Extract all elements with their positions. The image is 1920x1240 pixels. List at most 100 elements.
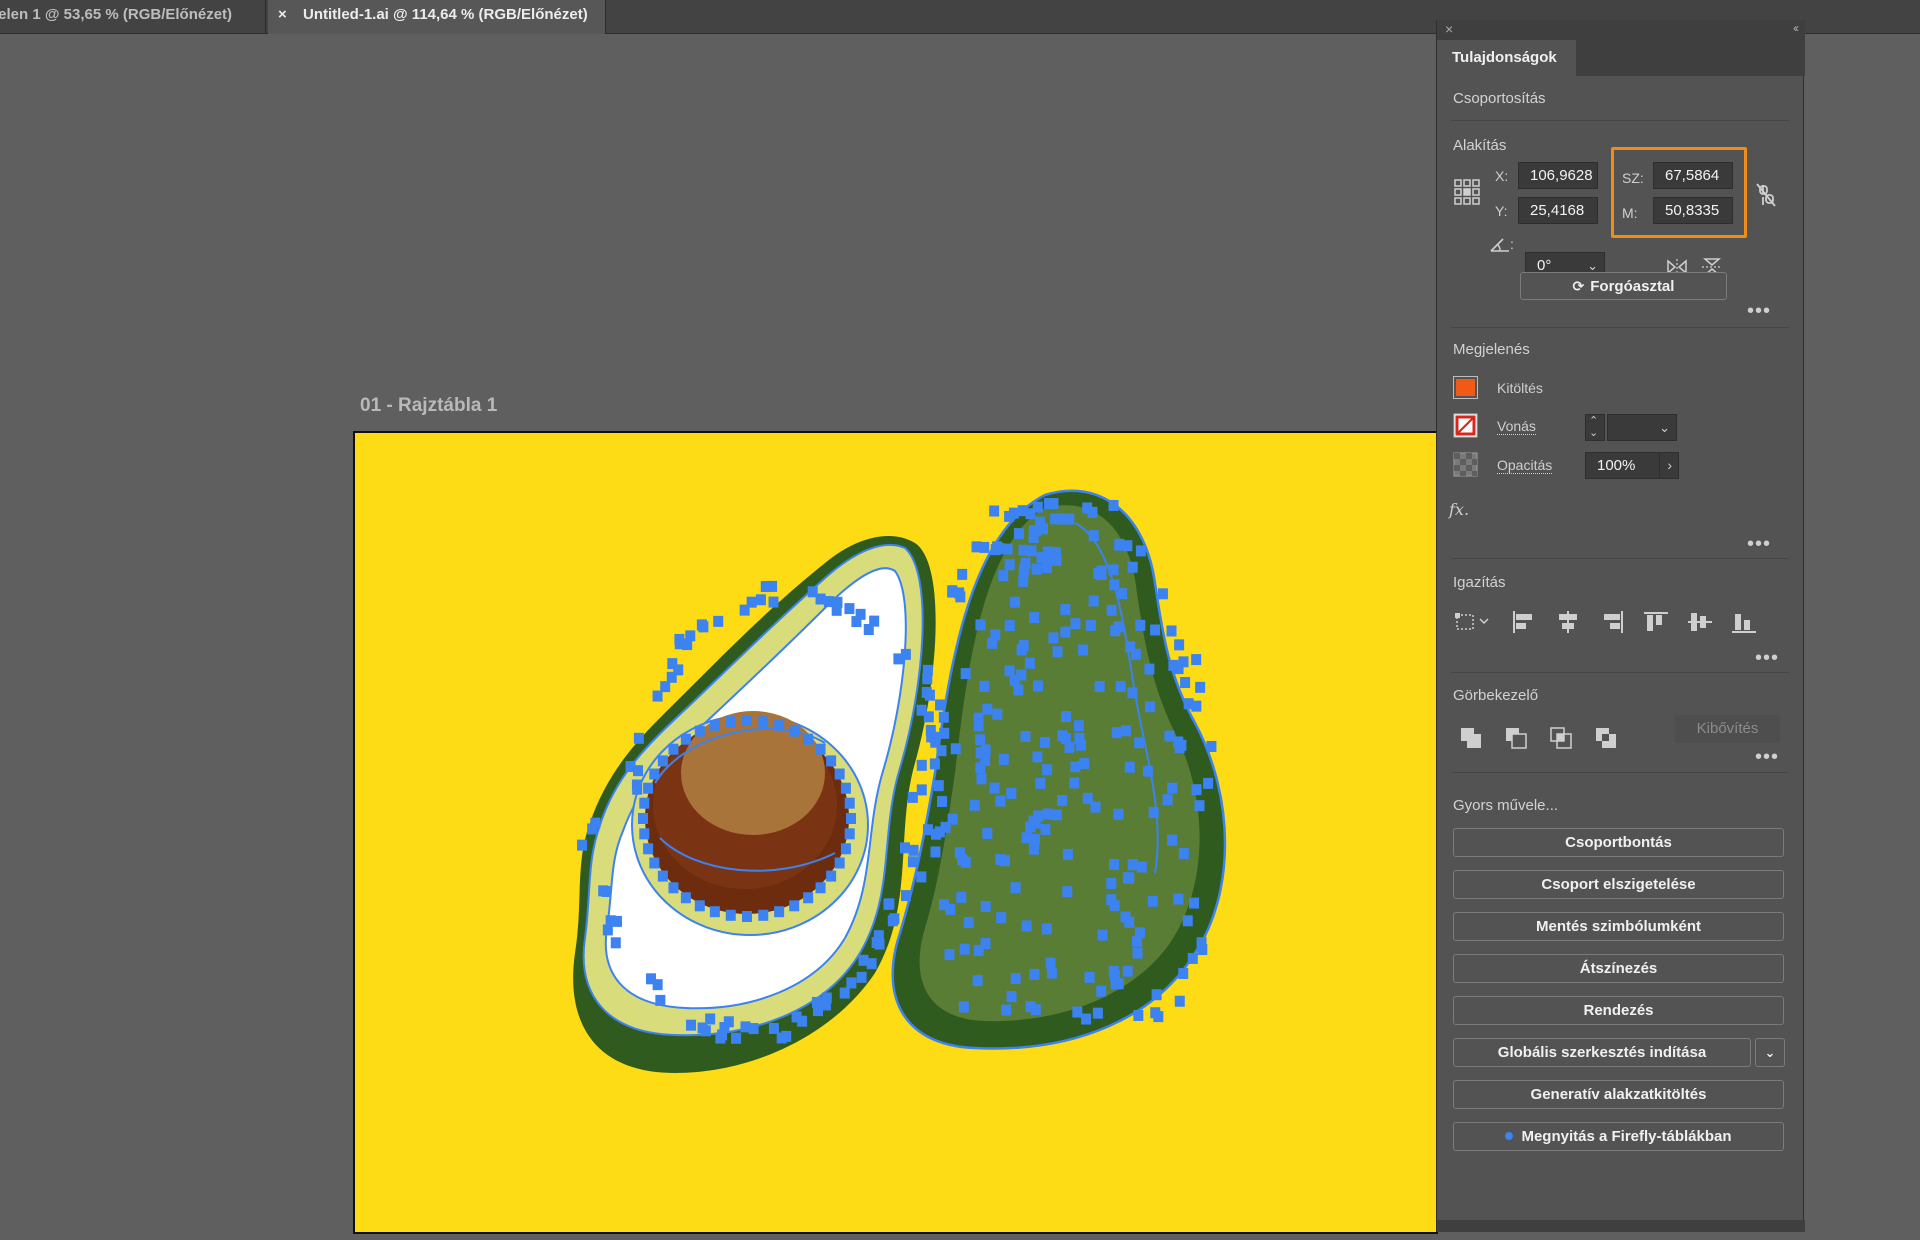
anchor-point[interactable]	[1178, 968, 1189, 980]
anchor-point[interactable]	[1078, 644, 1089, 656]
anchor-point[interactable]	[625, 761, 636, 773]
anchor-point[interactable]	[1206, 740, 1217, 752]
anchor-point[interactable]	[1180, 677, 1191, 689]
anchor-point[interactable]	[907, 856, 918, 868]
anchor-point[interactable]	[1052, 646, 1063, 658]
anchor-point[interactable]	[760, 581, 771, 593]
fx-icon[interactable]: fx.	[1449, 500, 1469, 519]
anchor-point[interactable]	[1136, 861, 1147, 873]
anchor-point[interactable]	[1029, 968, 1040, 980]
anchor-point[interactable]	[996, 912, 1007, 924]
anchor-point[interactable]	[1039, 736, 1050, 748]
reference-point-icon[interactable]	[1453, 178, 1481, 206]
anchor-point[interactable]	[1087, 506, 1098, 518]
constrain-proportions-icon[interactable]	[1755, 182, 1779, 208]
collapse-panel-icon[interactable]: ‹‹	[1793, 21, 1799, 35]
anchor-point[interactable]	[1173, 893, 1184, 905]
anchor-point[interactable]	[781, 1030, 792, 1042]
global-edit-dropdown[interactable]: ⌄	[1755, 1038, 1785, 1067]
anchor-point[interactable]	[1114, 538, 1125, 550]
anchor-point[interactable]	[1009, 596, 1020, 608]
anchor-point[interactable]	[823, 596, 834, 608]
anchor-point[interactable]	[686, 1019, 697, 1031]
anchor-point[interactable]	[1040, 824, 1051, 836]
anchor-point[interactable]	[742, 911, 752, 922]
anchor-point[interactable]	[649, 857, 660, 869]
anchor-point[interactable]	[992, 708, 1003, 720]
avocado-illustration[interactable]	[355, 433, 1438, 1234]
anchor-point[interactable]	[815, 743, 826, 755]
anchor-point[interactable]	[992, 541, 1003, 553]
anchor-point[interactable]	[1108, 499, 1119, 511]
anchor-point[interactable]	[1000, 855, 1011, 867]
anchor-point[interactable]	[1070, 618, 1081, 630]
anchor-point[interactable]	[1088, 530, 1099, 542]
anchor-point[interactable]	[1020, 730, 1031, 742]
anchor-point[interactable]	[1018, 566, 1029, 578]
anchor-point[interactable]	[1106, 877, 1117, 889]
pathfinder-more-options[interactable]: •••	[1755, 747, 1779, 767]
anchor-point[interactable]	[1048, 632, 1059, 644]
anchor-point[interactable]	[649, 768, 660, 780]
stroke-weight-field[interactable]: ⌄	[1607, 414, 1677, 441]
anchor-point[interactable]	[1182, 915, 1193, 927]
anchor-point[interactable]	[960, 856, 971, 868]
anchor-point[interactable]	[1041, 923, 1052, 935]
anchor-point[interactable]	[1153, 1011, 1164, 1023]
anchor-point[interactable]	[846, 977, 857, 989]
half-avocado[interactable]	[573, 535, 936, 1073]
anchor-point[interactable]	[980, 744, 991, 756]
y-field[interactable]: 25,4168	[1518, 197, 1598, 224]
anchor-point[interactable]	[1109, 858, 1120, 870]
anchor-point[interactable]	[1025, 1001, 1036, 1013]
anchor-point[interactable]	[739, 604, 750, 616]
anchor-point[interactable]	[1127, 561, 1138, 573]
anchor-point[interactable]	[590, 817, 601, 829]
anchor-point[interactable]	[846, 813, 856, 824]
artboard[interactable]	[353, 431, 1438, 1234]
anchor-point[interactable]	[1195, 681, 1206, 693]
anchor-point[interactable]	[1157, 588, 1168, 600]
anchor-point[interactable]	[1088, 595, 1099, 607]
anchor-point[interactable]	[1122, 872, 1133, 884]
start-global-edit-button[interactable]: Globális szerkesztés indítása	[1453, 1038, 1751, 1067]
anchor-point[interactable]	[1151, 989, 1162, 1001]
stroke-weight-stepper[interactable]: ⌃ ⌄	[1585, 414, 1605, 441]
anchor-point[interactable]	[963, 916, 974, 928]
align-bottom-icon[interactable]	[1731, 610, 1757, 634]
anchor-point[interactable]	[643, 782, 654, 794]
anchor-point[interactable]	[834, 768, 845, 780]
anchor-point[interactable]	[577, 839, 588, 851]
anchor-point[interactable]	[840, 782, 851, 794]
anchor-point[interactable]	[1092, 1007, 1103, 1019]
anchor-point[interactable]	[1113, 808, 1124, 820]
rotate-view-button[interactable]: ⟳ Forgóasztal	[1520, 272, 1727, 300]
anchor-point[interactable]	[1032, 751, 1043, 763]
anchor-point[interactable]	[856, 971, 867, 983]
opacity-label[interactable]: Opacitás	[1497, 457, 1553, 474]
anchor-point[interactable]	[758, 716, 769, 728]
height-field[interactable]: 50,8335	[1653, 197, 1733, 224]
anchor-point[interactable]	[1064, 741, 1075, 753]
align-left-icon[interactable]	[1511, 610, 1537, 634]
anchor-point[interactable]	[873, 930, 884, 942]
anchor-point[interactable]	[666, 671, 677, 683]
anchor-point[interactable]	[937, 795, 948, 807]
isolate-group-button[interactable]: Csoport elszigetelése	[1453, 870, 1784, 899]
anchor-point[interactable]	[1174, 639, 1185, 651]
anchor-point[interactable]	[1178, 847, 1189, 859]
anchor-point[interactable]	[774, 719, 785, 731]
anchor-point[interactable]	[972, 975, 983, 987]
anchor-point[interactable]	[959, 943, 970, 955]
whole-avocado[interactable]	[891, 489, 1227, 1050]
anchor-point[interactable]	[657, 755, 668, 767]
transform-more-options[interactable]: •••	[1747, 301, 1771, 321]
anchor-point[interactable]	[725, 909, 736, 921]
anchor-point[interactable]	[908, 844, 919, 856]
anchor-point[interactable]	[1191, 654, 1202, 666]
anchor-point[interactable]	[1013, 528, 1024, 540]
anchor-point[interactable]	[1144, 701, 1155, 713]
anchor-point[interactable]	[1117, 588, 1128, 600]
anchor-point[interactable]	[900, 890, 911, 902]
anchor-point[interactable]	[1002, 543, 1013, 555]
